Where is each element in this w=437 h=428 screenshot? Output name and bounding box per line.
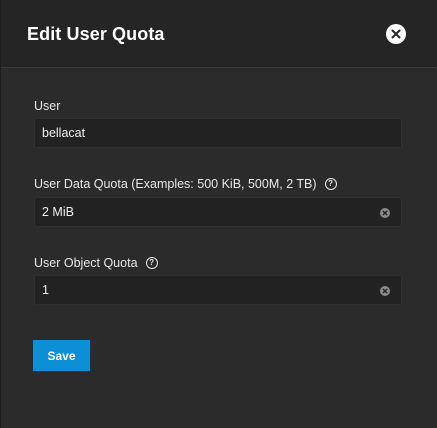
data-quota-label-text: User Data Quota (Examples: 500 KiB, 500M… [34,177,317,191]
data-quota-input[interactable]: 2 MiB [34,197,402,227]
save-button[interactable]: Save [33,340,90,371]
object-quota-input[interactable]: 1 [34,275,402,305]
user-label-text: User [34,99,61,113]
data-quota-label: User Data Quota (Examples: 500 KiB, 500M… [34,177,337,191]
dialog-header: Edit User Quota [1,0,437,68]
edit-user-quota-dialog: Edit User Quota User bellacat User Data … [0,0,437,428]
help-icon[interactable]: ? [145,257,158,269]
clear-icon[interactable] [380,286,390,296]
clear-icon[interactable] [380,208,390,218]
help-icon[interactable]: ? [324,178,337,190]
object-quota-label: User Object Quota ? [34,256,158,270]
object-quota-label-text: User Object Quota [34,256,138,270]
user-field[interactable]: bellacat [34,118,402,148]
close-icon[interactable] [386,24,406,44]
dialog-title: Edit User Quota [27,24,165,44]
user-label: User [34,99,60,113]
user-field-value: bellacat [42,126,86,140]
data-quota-value: 2 MiB [42,205,74,219]
object-quota-value: 1 [42,283,49,297]
